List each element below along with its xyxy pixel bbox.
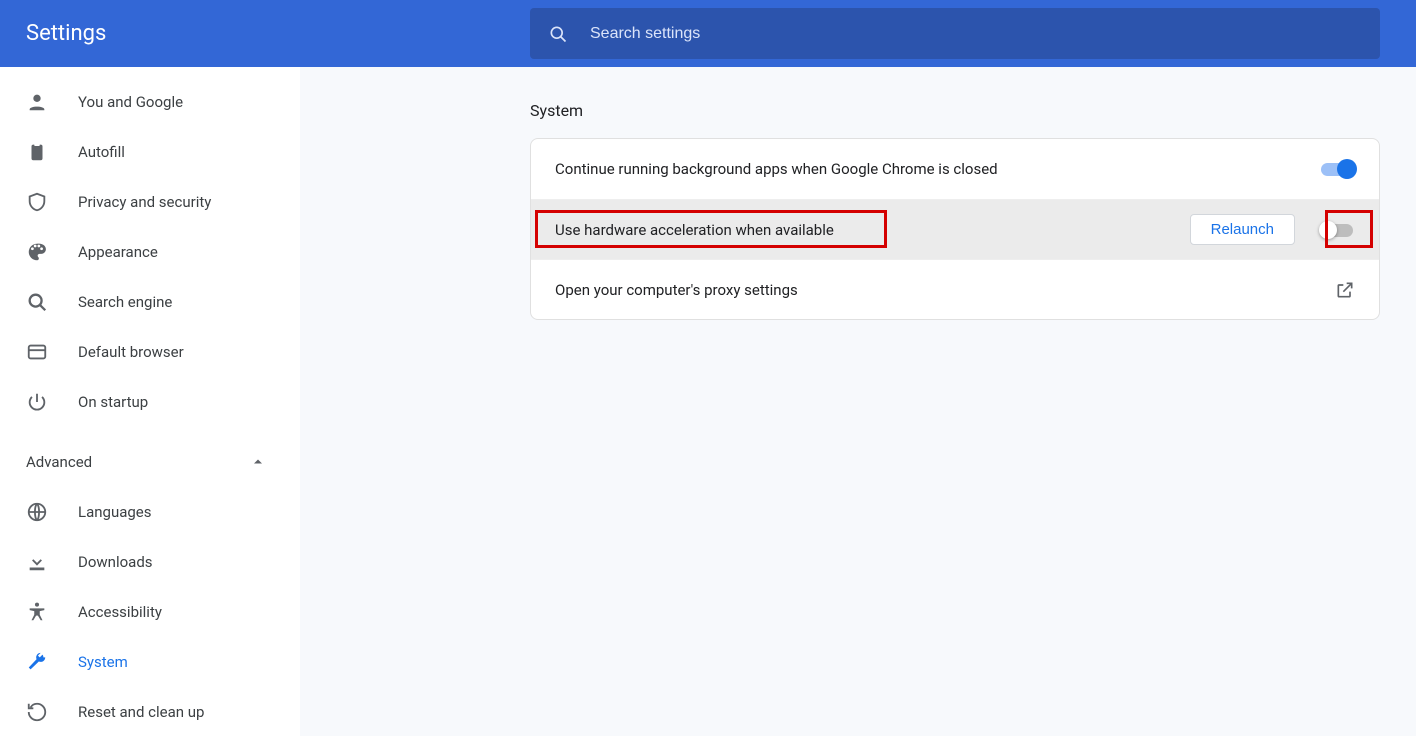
sidebar-item-label: Downloads	[78, 553, 153, 571]
sidebar-item-on-startup[interactable]: On startup	[0, 377, 300, 427]
sidebar-item-label: Appearance	[78, 243, 158, 261]
row-label: Open your computer's proxy settings	[555, 281, 1335, 299]
sidebar-item-label: Reset and clean up	[78, 703, 204, 721]
settings-sidebar: You and Google Autofill Privacy and secu…	[0, 67, 300, 736]
search-settings-box[interactable]	[530, 8, 1380, 59]
sidebar-item-autofill[interactable]: Autofill	[0, 127, 300, 177]
row-hardware-acceleration: Use hardware acceleration when available…	[531, 199, 1379, 259]
page-title: Settings	[0, 21, 530, 46]
globe-icon	[26, 501, 48, 523]
palette-icon	[26, 241, 48, 263]
download-icon	[26, 551, 48, 573]
sidebar-item-accessibility[interactable]: Accessibility	[0, 587, 300, 637]
row-background-apps: Continue running background apps when Go…	[531, 139, 1379, 199]
restore-icon	[26, 701, 48, 723]
browser-icon	[26, 341, 48, 363]
row-label: Continue running background apps when Go…	[555, 160, 1319, 178]
sidebar-item-label: Search engine	[78, 293, 172, 311]
sidebar-item-label: Languages	[78, 503, 152, 521]
external-link-icon	[1335, 280, 1355, 300]
wrench-icon	[26, 651, 48, 673]
sidebar-advanced-toggle[interactable]: Advanced	[0, 437, 300, 487]
search-icon	[26, 291, 48, 313]
sidebar-item-label: You and Google	[78, 93, 183, 111]
sidebar-item-label: Privacy and security	[78, 193, 211, 211]
search-input[interactable]	[590, 25, 1362, 43]
sidebar-item-label: Accessibility	[78, 603, 162, 621]
system-settings-card: Continue running background apps when Go…	[530, 138, 1380, 320]
sidebar-item-label: Autofill	[78, 143, 125, 161]
sidebar-item-search-engine[interactable]: Search engine	[0, 277, 300, 327]
sidebar-item-appearance[interactable]: Appearance	[0, 227, 300, 277]
person-icon	[26, 91, 48, 113]
app-header: Settings	[0, 0, 1416, 67]
sidebar-item-languages[interactable]: Languages	[0, 487, 300, 537]
sidebar-item-label: On startup	[78, 393, 148, 411]
toggle-hardware-acceleration[interactable]	[1319, 220, 1355, 240]
row-proxy-settings[interactable]: Open your computer's proxy settings	[531, 259, 1379, 319]
accessibility-icon	[26, 601, 48, 623]
shield-icon	[26, 191, 48, 213]
sidebar-item-label: System	[78, 653, 128, 671]
sidebar-item-label: Default browser	[78, 343, 184, 361]
power-icon	[26, 391, 48, 413]
sidebar-item-system[interactable]: System	[0, 637, 300, 687]
section-title: System	[530, 101, 1380, 120]
relaunch-button[interactable]: Relaunch	[1190, 214, 1295, 245]
clipboard-icon	[26, 141, 48, 163]
toggle-background-apps[interactable]	[1319, 159, 1355, 179]
sidebar-item-you-and-google[interactable]: You and Google	[0, 77, 300, 127]
main-content: System Continue running background apps …	[300, 67, 1416, 736]
sidebar-item-reset[interactable]: Reset and clean up	[0, 687, 300, 736]
sidebar-item-downloads[interactable]: Downloads	[0, 537, 300, 587]
chevron-up-icon	[252, 456, 264, 468]
row-label: Use hardware acceleration when available	[555, 221, 1190, 239]
search-icon	[548, 24, 568, 44]
sidebar-item-privacy-security[interactable]: Privacy and security	[0, 177, 300, 227]
advanced-label: Advanced	[26, 453, 92, 471]
sidebar-item-default-browser[interactable]: Default browser	[0, 327, 300, 377]
